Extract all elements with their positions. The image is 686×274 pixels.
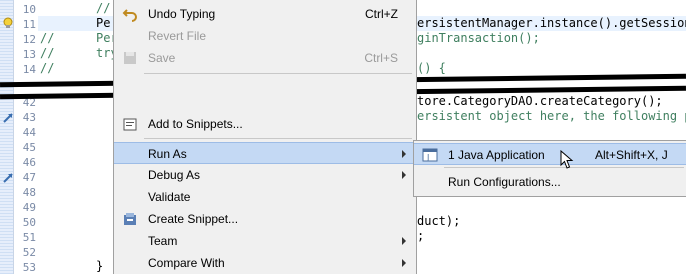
quick-fix-bulb-icon[interactable] [2, 17, 14, 29]
mouse-pointer-icon [560, 150, 574, 169]
submenu-arrow-icon [402, 171, 406, 179]
line-number: 12 [22, 33, 36, 46]
code-line: ersistentManager.instance().getSession [417, 16, 686, 30]
code-line: } [96, 259, 104, 273]
overview-ruler [0, 0, 14, 274]
editor-context-menu: Undo Typing Ctrl+Z Revert File Save Ctrl… [113, 0, 417, 274]
menu-separator [144, 73, 412, 74]
line-number: 46 [22, 156, 36, 169]
menu-separator [144, 138, 412, 139]
line-number: 51 [22, 231, 36, 244]
line-number: 44 [22, 126, 36, 139]
code-comment: // [40, 46, 55, 60]
menu-item-run-as[interactable]: Run As [114, 142, 416, 164]
menu-item-save[interactable]: Save Ctrl+S [114, 47, 416, 69]
menu-item-validate[interactable]: Validate [114, 186, 416, 208]
code-line: ; [417, 229, 425, 243]
snippet-icon [123, 118, 137, 131]
submenu-arrow-icon [402, 237, 406, 245]
svg-text:J: J [426, 153, 429, 162]
line-number: 53 [22, 261, 36, 274]
menu-item-compare-with[interactable]: Compare With [114, 252, 416, 274]
line-number: 14 [22, 63, 36, 76]
line-number: 11 [22, 18, 36, 31]
submenu-item-java-application[interactable]: J 1 Java Application Alt+Shift+X, J [414, 143, 686, 165]
code-comment: // [96, 1, 111, 15]
line-number: 52 [22, 246, 36, 259]
menu-item-undo-typing[interactable]: Undo Typing Ctrl+Z [114, 3, 416, 25]
save-icon [124, 52, 136, 64]
undo-icon [122, 9, 137, 22]
code-comment: ginTransaction(); [417, 31, 540, 45]
java-app-icon: J [422, 148, 438, 162]
menu-item-team[interactable]: Team [114, 230, 416, 252]
menu-item-debug-as[interactable]: Debug As [114, 164, 416, 186]
code-line: Pe [96, 16, 111, 30]
code-comment: () { [417, 61, 446, 75]
submenu-arrow-icon [402, 259, 406, 267]
line-number: 48 [22, 186, 36, 199]
menu-item-revert-file[interactable]: Revert File [114, 25, 416, 47]
override-marker-icon [3, 113, 13, 123]
submenu-item-run-configurations[interactable]: Run Configurations... [414, 171, 686, 193]
override-marker-icon [3, 173, 13, 183]
code-comment: // [40, 31, 55, 45]
line-number: 50 [22, 216, 36, 229]
line-number: 49 [22, 201, 36, 214]
code-line: tore.CategoryDAO.createCategory(); [417, 94, 663, 108]
create-snippet-icon [124, 213, 136, 225]
submenu-arrow-icon [402, 150, 406, 158]
code-line: duct); [417, 214, 461, 228]
line-number: 10 [22, 3, 36, 16]
line-number: 45 [22, 141, 36, 154]
code-comment: // [40, 61, 55, 75]
line-number: 43 [22, 111, 36, 124]
menu-item-create-snippet[interactable]: Create Snippet... [114, 208, 416, 230]
line-number: 13 [22, 48, 36, 61]
run-as-submenu: J 1 Java Application Alt+Shift+X, J Run … [413, 140, 686, 197]
menu-item-add-to-snippets[interactable]: Add to Snippets... [114, 113, 416, 135]
line-number: 47 [22, 171, 36, 184]
code-comment: ersistent object here, the following pr [417, 109, 686, 123]
